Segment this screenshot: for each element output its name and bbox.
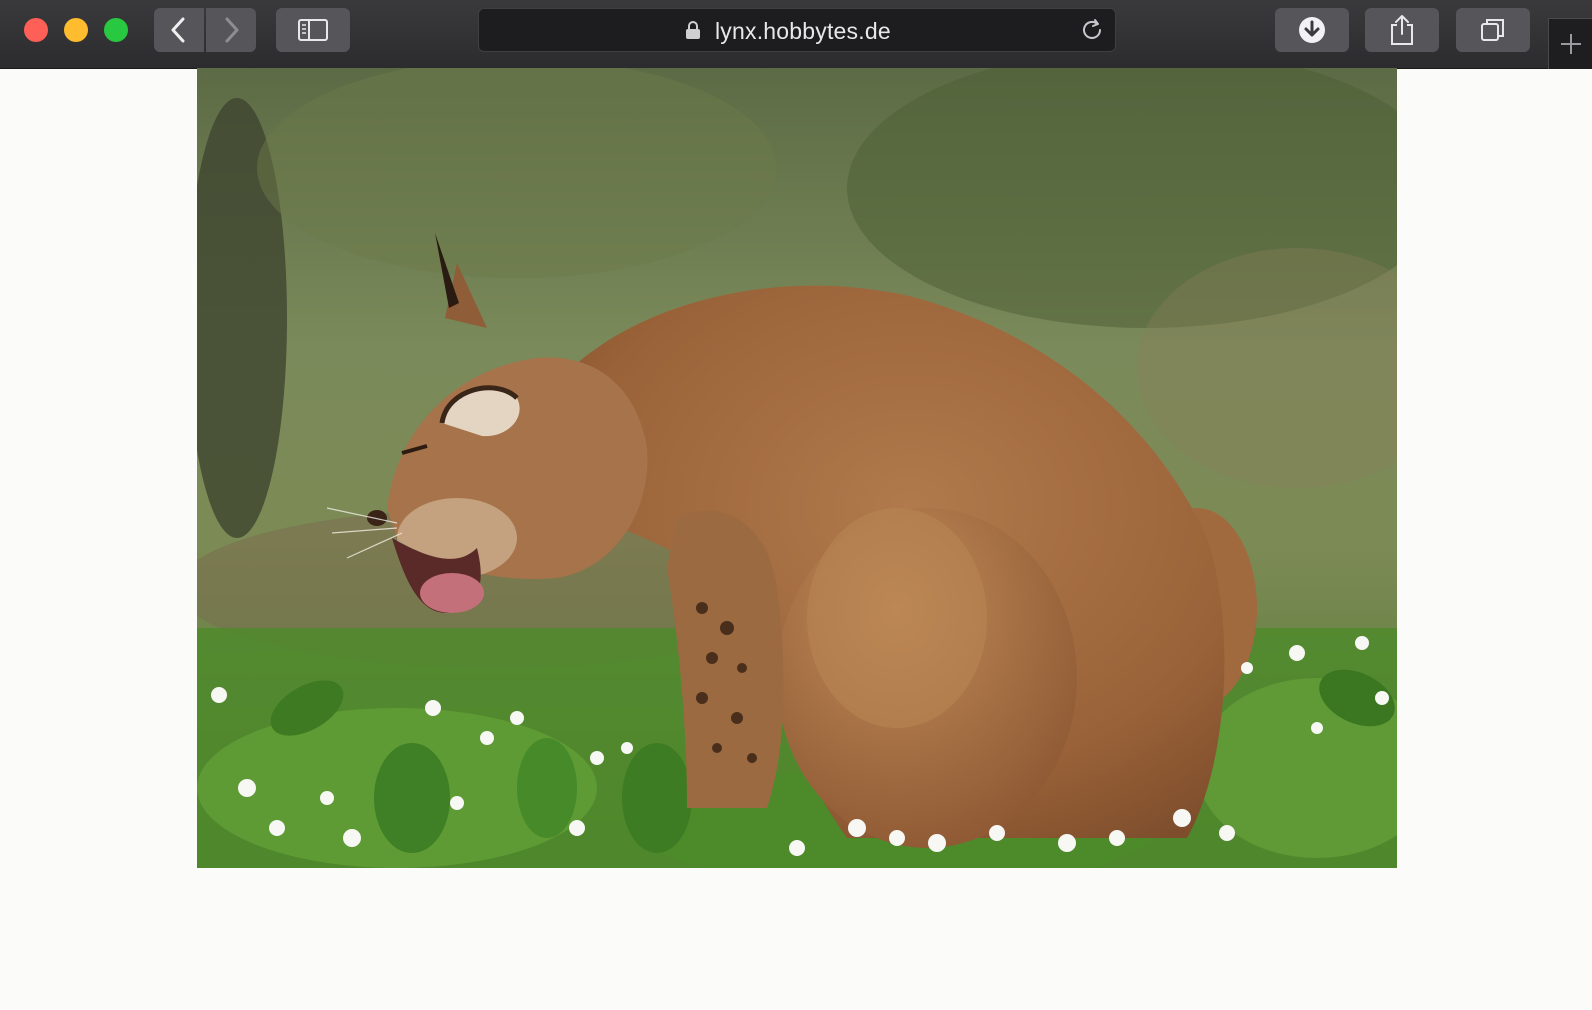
browser-toolbar: lynx.hobbytes.de — [0, 0, 1592, 69]
close-window-button[interactable] — [24, 18, 48, 42]
url-text: lynx.hobbytes.de — [715, 18, 891, 44]
chevron-left-icon — [171, 17, 185, 43]
new-tab-button[interactable] — [1548, 18, 1592, 69]
downloads-button[interactable] — [1275, 8, 1349, 52]
download-icon — [1299, 17, 1325, 43]
back-button[interactable] — [154, 8, 204, 52]
sidebar-button[interactable] — [276, 8, 350, 52]
tabs-overview-button[interactable] — [1456, 8, 1530, 52]
forward-button[interactable] — [206, 8, 256, 52]
lock-icon — [686, 21, 700, 39]
address-bar[interactable]: lynx.hobbytes.de — [478, 8, 1116, 52]
tabs-overview-icon — [1481, 19, 1504, 41]
zoom-window-button[interactable] — [104, 18, 128, 42]
lynx-photo-graphic — [197, 68, 1397, 868]
share-button[interactable] — [1365, 8, 1439, 52]
share-icon — [1391, 15, 1413, 45]
reload-icon[interactable] — [1079, 17, 1105, 43]
sidebar-icon — [298, 19, 328, 41]
lynx-photo — [197, 68, 1397, 868]
chevron-right-icon — [225, 17, 239, 43]
plus-icon — [1561, 34, 1581, 54]
minimize-window-button[interactable] — [64, 18, 88, 42]
